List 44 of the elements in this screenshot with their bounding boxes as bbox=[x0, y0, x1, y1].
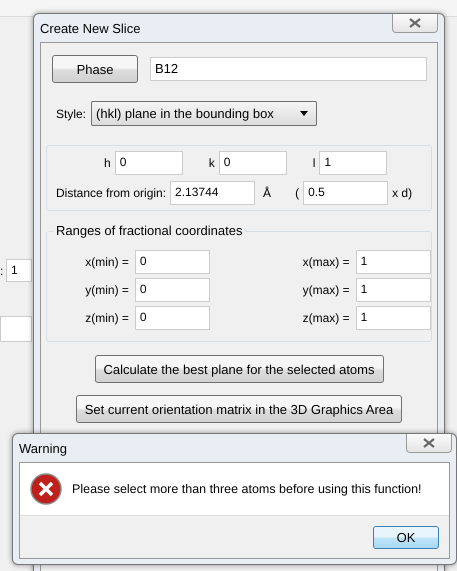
index-field[interactable]: 0 bbox=[114, 151, 183, 175]
caret-icon bbox=[300, 111, 308, 116]
close-icon bbox=[408, 18, 422, 28]
distance-label: Distance from origin: bbox=[56, 186, 166, 200]
window-title: Create New Slice bbox=[40, 20, 140, 36]
range-field[interactable]: 0 bbox=[134, 278, 210, 302]
unit-label: Å bbox=[263, 186, 272, 200]
group-title: Ranges of fractional coordinates bbox=[53, 223, 246, 238]
input-field[interactable] bbox=[0, 316, 32, 342]
close-button[interactable] bbox=[392, 14, 438, 33]
style-label: Style: bbox=[56, 106, 86, 120]
index-label: k bbox=[208, 156, 215, 170]
range-label: y(min) = bbox=[84, 283, 129, 297]
input-field[interactable]: 1 bbox=[6, 259, 32, 282]
error-icon bbox=[30, 473, 62, 505]
range-field[interactable]: 0 bbox=[134, 250, 210, 274]
range-label: y(max) = bbox=[302, 283, 350, 297]
range-field[interactable]: 0 bbox=[134, 306, 210, 330]
index-field[interactable]: 1 bbox=[319, 151, 388, 175]
range-field[interactable]: 1 bbox=[356, 250, 431, 274]
phase-field[interactable]: B12 bbox=[150, 57, 427, 81]
ok-button[interactable]: OK bbox=[373, 526, 439, 548]
range-field[interactable]: 1 bbox=[356, 278, 431, 302]
field-label: : bbox=[0, 264, 4, 278]
index-label: h bbox=[104, 156, 111, 170]
phase-button[interactable]: Phase bbox=[52, 55, 138, 83]
action-button[interactable]: Set current orientation matrix in the 3D Graphics Area bbox=[76, 395, 402, 423]
window-title: Warning bbox=[19, 440, 67, 456]
warning-message: Please select more than three atoms before using this function! bbox=[72, 482, 422, 496]
distance-field[interactable]: 2.13744 bbox=[170, 181, 256, 205]
range-field[interactable]: 1 bbox=[356, 306, 431, 330]
index-label: l bbox=[312, 156, 316, 170]
factor-label: x d) bbox=[392, 186, 412, 200]
style-dropdown[interactable]: (hkl) plane in the bounding box bbox=[91, 101, 318, 126]
range-label: z(max) = bbox=[302, 311, 350, 325]
action-button[interactable]: Calculate the best plane for the selected atoms bbox=[94, 355, 384, 383]
paren-label: ( bbox=[295, 186, 300, 200]
range-label: x(max) = bbox=[302, 255, 350, 269]
index-field[interactable]: 0 bbox=[218, 151, 287, 175]
close-button[interactable] bbox=[406, 434, 452, 453]
range-label: z(min) = bbox=[84, 311, 129, 325]
range-label: x(min) = bbox=[84, 255, 129, 269]
close-icon bbox=[422, 438, 436, 448]
factor-field[interactable]: 0.5 bbox=[303, 181, 388, 205]
